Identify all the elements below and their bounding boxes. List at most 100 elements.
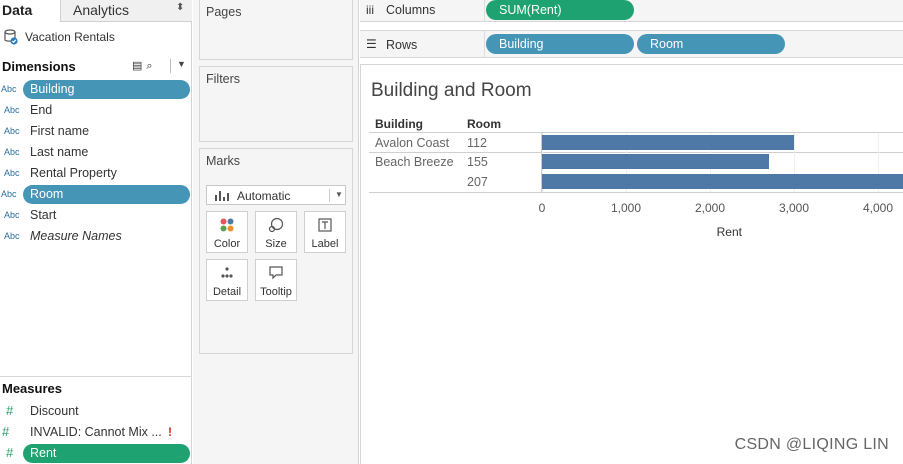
x-tick-label: 0 <box>538 201 546 215</box>
pages-card[interactable]: Pages <box>199 0 353 60</box>
string-type-icon: Abc <box>4 126 20 136</box>
tooltip-button[interactable]: Tooltip <box>255 259 297 301</box>
pill-sum-rent[interactable]: SUM(Rent) <box>486 0 634 20</box>
measures-title: Measures <box>2 381 62 396</box>
row-label-building[interactable]: Avalon Coast <box>375 136 449 150</box>
field-name: First name <box>30 124 90 138</box>
x-axis-title: Rent <box>716 225 742 239</box>
field-name: Discount <box>30 404 79 418</box>
number-type-icon: # <box>6 403 14 418</box>
size-label: Size <box>265 238 287 250</box>
string-type-icon: Abc <box>4 210 20 220</box>
x-tick-label: 2,000 <box>694 201 726 215</box>
field-name: INVALID: Cannot Mix ... <box>30 425 162 439</box>
bar-mark[interactable] <box>542 174 903 189</box>
mark-type-value: Automatic <box>237 189 291 203</box>
header-building[interactable]: Building <box>375 117 423 131</box>
error-icon: ! <box>168 425 172 439</box>
marks-card: Marks Automatic ▼ Color Size Label Detai… <box>199 148 353 354</box>
filters-card[interactable]: Filters <box>199 66 353 142</box>
field-name: Rental Property <box>30 166 117 180</box>
field-name: Room <box>30 187 64 201</box>
field-discount[interactable]: # Discount <box>0 401 192 422</box>
field-start[interactable]: Abc Start <box>0 205 192 226</box>
field-rent[interactable]: # Rent <box>0 443 192 464</box>
watermark: CSDN @LIQING LIN <box>734 436 889 453</box>
datasource-item[interactable]: Vacation Rentals <box>4 28 190 46</box>
color-button[interactable]: Color <box>206 211 248 253</box>
rows-icon: ☰ <box>366 37 377 51</box>
header-divider <box>170 59 171 73</box>
size-button[interactable]: Size <box>255 211 297 253</box>
bar-mark[interactable] <box>542 135 794 150</box>
x-tick-label: 1,000 <box>610 201 642 215</box>
string-type-icon: Abc <box>1 189 17 199</box>
field-end[interactable]: Abc End <box>0 100 192 121</box>
label-button[interactable]: Label <box>304 211 346 253</box>
field-name: Last name <box>30 145 89 159</box>
worksheet-area: iii Columns SUM(Rent) ☰ Rows Building Ro… <box>360 0 903 464</box>
database-check-icon <box>4 29 18 45</box>
search-icon[interactable]: ⌕ <box>146 60 156 72</box>
pages-title: Pages <box>206 5 242 19</box>
row-label-room[interactable]: 155 <box>467 155 488 169</box>
row-label-building[interactable]: Beach Breeze <box>375 155 454 169</box>
string-type-icon: Abc <box>4 147 20 157</box>
tab-scroll-icon[interactable]: ⬍ <box>176 2 184 13</box>
color-icon <box>207 217 247 233</box>
view-title: Building and Room <box>371 80 532 101</box>
field-room[interactable]: Abc Room <box>0 184 192 205</box>
columns-shelf-label: Columns <box>386 3 436 17</box>
field-measure-names[interactable]: Abc Measure Names <box>0 226 192 247</box>
pill-building[interactable]: Building <box>486 34 634 54</box>
field-name: Measure Names <box>30 229 122 243</box>
datasource-name: Vacation Rentals <box>25 30 115 44</box>
color-label: Color <box>213 238 241 250</box>
row-label-room[interactable]: 207 <box>467 175 488 189</box>
pill-room[interactable]: Room <box>637 34 785 54</box>
field-name: End <box>30 103 53 117</box>
pane-tab-bar: Data Analytics ⬍ <box>0 0 192 22</box>
field-name: Start <box>30 208 57 222</box>
row-divider <box>369 192 903 193</box>
field-name: Rent <box>30 446 57 460</box>
cards-pane: Pages Filters Marks Automatic ▼ Color Si… <box>193 0 359 464</box>
measures-header: Measures <box>0 378 192 398</box>
tooltip-icon <box>256 265 296 281</box>
detail-button[interactable]: Detail <box>206 259 248 301</box>
bar-mark[interactable] <box>542 154 769 169</box>
columns-icon: iii <box>366 3 374 17</box>
row-divider <box>369 152 903 153</box>
size-icon <box>256 217 296 233</box>
chevron-down-icon[interactable]: ▼ <box>177 59 186 69</box>
field-name: Building <box>30 82 75 96</box>
x-tick-label: 3,000 <box>778 201 810 215</box>
row-label-room[interactable]: 112 <box>467 136 487 150</box>
rows-shelf[interactable]: ☰ Rows Building Room <box>360 30 903 58</box>
tooltip-label: Tooltip <box>260 286 292 298</box>
field-last-name[interactable]: Abc Last name <box>0 142 192 163</box>
field-rental-property[interactable]: Abc Rental Property <box>0 163 192 184</box>
string-type-icon: Abc <box>4 168 20 178</box>
marks-title: Marks <box>206 154 241 168</box>
bar-chart-icon <box>215 191 229 201</box>
data-pane: Data Analytics ⬍ Vacation Rentals Dimens… <box>0 0 192 464</box>
tab-data[interactable]: Data <box>0 0 61 22</box>
field-first-name[interactable]: Abc First name <box>0 121 192 142</box>
header-room[interactable]: Room <box>467 117 501 131</box>
number-type-icon: # <box>6 445 14 460</box>
string-type-icon: Abc <box>4 105 20 115</box>
dimensions-title: Dimensions <box>2 59 76 74</box>
field-invalid-calc[interactable]: # INVALID: Cannot Mix ... ! <box>0 422 192 443</box>
measures-divider <box>0 376 192 377</box>
field-building[interactable]: Abc Building <box>0 79 192 100</box>
mark-type-dropdown[interactable]: Automatic ▼ <box>206 185 346 205</box>
detail-icon <box>207 265 247 281</box>
rows-shelf-label: Rows <box>386 38 418 52</box>
label-label: Label <box>311 238 339 250</box>
tab-analytics[interactable]: Analytics <box>73 2 129 18</box>
viz-view[interactable]: Building and Room Building Room Avalon C… <box>360 64 903 464</box>
columns-shelf[interactable]: iii Columns SUM(Rent) <box>360 0 903 22</box>
view-list-icon[interactable]: ▤ <box>132 60 146 72</box>
detail-label: Detail <box>212 286 242 298</box>
